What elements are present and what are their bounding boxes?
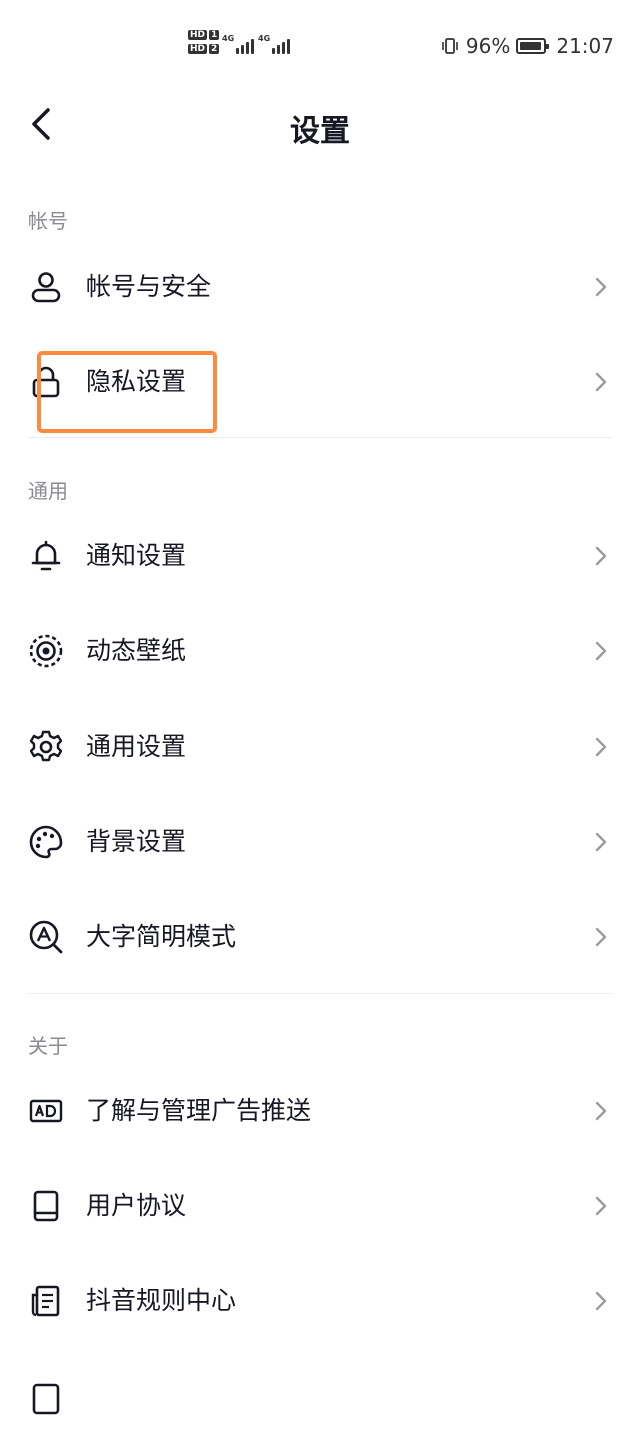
chevron-right-icon (595, 1291, 607, 1311)
highlight-annotation-box (37, 351, 217, 433)
section-header-general: 通用 (28, 479, 68, 503)
user-icon (31, 272, 61, 303)
account-security-row[interactable]: 帐号与安全 (0, 242, 640, 332)
rules-center-label: 抖音规则中心 (86, 1286, 237, 1315)
bell-icon (31, 540, 61, 571)
account-security-label: 帐号与安全 (86, 272, 212, 301)
status-time: 21:07 (556, 34, 614, 58)
section-divider (28, 993, 612, 994)
document-icon (31, 1285, 60, 1317)
section-header-account: 帐号 (28, 209, 68, 233)
ad-management-label: 了解与管理广告推送 (86, 1096, 312, 1125)
general-settings-label: 通用设置 (86, 732, 187, 761)
network1-label: 4G (222, 34, 235, 43)
next-row-partial[interactable] (0, 1352, 640, 1442)
chevron-right-icon (595, 927, 607, 947)
chevron-right-icon (595, 277, 607, 297)
book-icon (33, 1190, 59, 1222)
general-settings-row[interactable]: 通用设置 (0, 702, 640, 792)
background-settings-row[interactable]: 背景设置 (0, 797, 640, 887)
sim2-number: 2 (209, 44, 220, 54)
chevron-right-icon (595, 546, 607, 566)
status-right: 96% 21:07 (440, 34, 614, 58)
wallpaper-icon (29, 634, 63, 668)
chevron-right-icon (595, 1196, 607, 1216)
chevron-right-icon (595, 641, 607, 661)
network2-label: 4G (258, 34, 271, 43)
notification-settings-label: 通知设置 (86, 541, 187, 570)
sim1-indicator: HD 1 (188, 30, 220, 40)
signal1-icon: 4G (222, 34, 254, 54)
sim1-hd-badge: HD (188, 30, 208, 40)
user-agreement-row[interactable]: 用户协议 (0, 1161, 640, 1251)
section-divider (28, 437, 612, 438)
sim2-hd-badge: HD (188, 44, 208, 54)
page-title: 设置 (290, 114, 350, 149)
sim-indicators: HD 1 HD 2 (188, 30, 220, 54)
ad-icon (29, 1099, 63, 1123)
ad-management-row[interactable]: 了解与管理广告推送 (0, 1066, 640, 1156)
gear-icon (29, 730, 63, 762)
background-settings-label: 背景设置 (86, 827, 187, 856)
rules-center-row[interactable]: 抖音规则中心 (0, 1256, 640, 1346)
section-header-about: 关于 (28, 1034, 68, 1058)
chevron-right-icon (595, 372, 607, 392)
notification-settings-row[interactable]: 通知设置 (0, 511, 640, 601)
chevron-right-icon (595, 1101, 607, 1121)
nav-bar: 设置 (0, 92, 640, 158)
sim2-indicator: HD 2 (188, 44, 220, 54)
large-font-mode-label: 大字简明模式 (86, 922, 237, 951)
signal2-icon: 4G (258, 34, 290, 54)
status-bar: HD 1 HD 2 4G 4G 96% 21:07 (0, 0, 640, 92)
sim1-number: 1 (209, 30, 220, 40)
chevron-right-icon (595, 737, 607, 757)
vibrate-icon (442, 38, 458, 54)
live-wallpaper-row[interactable]: 动态壁纸 (0, 606, 640, 696)
battery-icon (516, 38, 550, 54)
document-icon (32, 1383, 60, 1415)
user-agreement-label: 用户协议 (86, 1191, 187, 1220)
chevron-right-icon (595, 832, 607, 852)
live-wallpaper-label: 动态壁纸 (86, 636, 187, 665)
palette-icon (29, 825, 63, 859)
large-font-mode-row[interactable]: 大字简明模式 (0, 892, 640, 982)
large-font-icon (29, 920, 63, 954)
battery-percent: 96% (465, 34, 511, 58)
